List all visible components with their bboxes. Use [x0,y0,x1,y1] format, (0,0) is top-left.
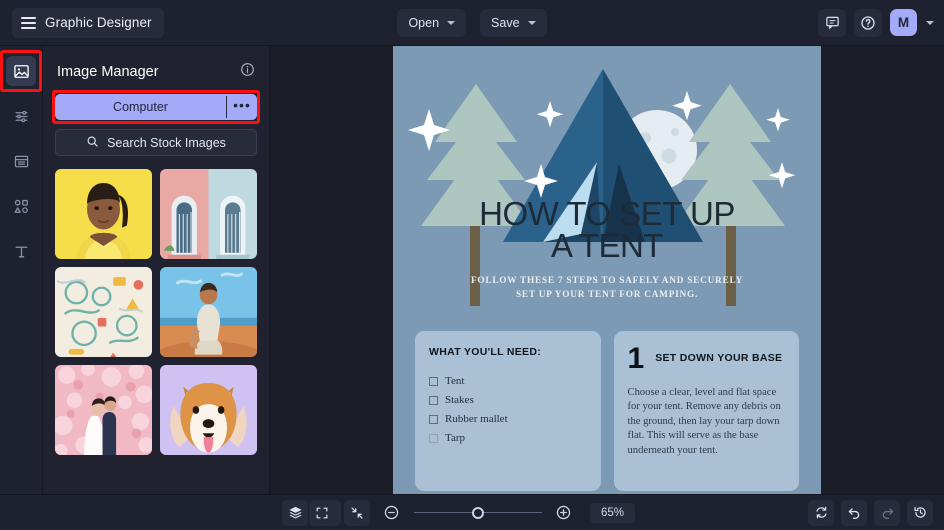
zoom-controls: 65% [0,499,944,526]
thumbnail-grid [55,169,257,455]
checklist-item[interactable]: Stakes [429,394,587,406]
artboard-title: HOW TO SET UP A TENT [393,197,821,265]
redo-icon[interactable] [874,499,900,526]
thumbnail-doorways-pink-blue[interactable] [160,169,257,259]
checklist-label: Tarp [445,432,465,444]
sidebar-item-adjustments[interactable] [6,101,36,131]
needs-heading: WHAT YOU'LL NEED: [429,346,542,358]
panel-header: Image Manager [55,46,257,94]
checklist-label: Tent [445,375,465,387]
top-toolbar: Graphic Designer Open Save M [0,0,944,46]
panel-title: Image Manager [57,64,159,80]
artboard[interactable]: HOW TO SET UP A TENT FOLLOW THESE 7 STEP… [393,46,821,494]
step-title: SET DOWN YOUR BASE [655,352,783,364]
zoom-slider[interactable] [413,506,542,519]
zoom-in-icon[interactable] [551,500,577,526]
artboard-title-line2: A TENT [551,227,663,265]
needs-checklist: Tent Stakes Rubber mallet Tarp [429,375,587,444]
what-youll-need-card[interactable]: WHAT YOU'LL NEED: Tent Stakes Rubber mal… [415,331,601,491]
sidebar-item-elements[interactable] [6,191,36,221]
info-icon[interactable] [240,62,255,82]
open-label: Open [408,15,440,30]
zoom-level-value[interactable]: 65% [589,502,636,523]
tool-rail [0,46,43,494]
thumbnail-illustration-pattern[interactable] [55,267,152,357]
checklist-item[interactable]: Rubber mallet [429,413,587,425]
thumbnail-wedding-blossoms[interactable] [55,365,152,455]
history-tools [808,499,933,526]
artboard-subtitle-line1: FOLLOW THESE 7 STEPS TO SAFELY AND SECUR… [470,276,744,286]
checklist-item[interactable]: Tarp [429,432,587,444]
checklist-label: Rubber mallet [445,413,508,425]
layers-icon[interactable] [282,499,308,526]
zoom-out-icon[interactable] [379,500,405,526]
sidebar-item-text[interactable] [6,236,36,266]
file-actions: Open Save [0,8,944,37]
app-window: Graphic Designer Open Save M Image Manag… [0,0,944,530]
computer-button[interactable]: Computer [55,94,226,120]
undo-icon[interactable] [841,499,867,526]
artboard-cards: WHAT YOU'LL NEED: Tent Stakes Rubber mal… [415,331,799,491]
checklist-label: Stakes [445,394,474,406]
save-label: Save [491,15,520,30]
refresh-icon[interactable] [808,499,834,526]
thumbnail-shiba-dog[interactable] [160,365,257,455]
artboard-subtitle: FOLLOW THESE 7 STEPS TO SAFELY AND SECUR… [425,274,789,303]
shrink-icon[interactable] [343,499,370,526]
app-body: Image Manager Computer ••• Search Stock … [0,46,944,494]
sidebar-item-image-manager[interactable] [0,50,42,92]
sidebar-item-pages[interactable] [6,146,36,176]
search-placeholder: Search Stock Images [107,135,226,150]
zoom-slider-knob[interactable] [471,506,484,519]
chevron-down-icon [447,20,456,25]
search-icon [86,135,99,151]
checkbox-icon[interactable] [429,395,438,405]
image-manager-panel: Image Manager Computer ••• Search Stock … [43,46,270,494]
step-number: 1 [627,342,645,375]
checkbox-icon[interactable] [429,376,438,386]
step-header: 1 SET DOWN YOUR BASE [627,342,786,375]
history-icon[interactable] [907,499,933,526]
thumbnail-portrait-yellow[interactable] [55,169,152,259]
checkbox-icon[interactable] [429,433,438,443]
fit-to-screen-icon[interactable] [308,499,335,526]
canvas-workspace[interactable]: HOW TO SET UP A TENT FOLLOW THESE 7 STEP… [270,46,944,494]
zoom-slider-track-left [413,511,472,514]
checkbox-icon[interactable] [429,414,438,424]
open-button[interactable]: Open [397,8,467,37]
chevron-down-icon [527,20,536,25]
status-bar: 65% [0,494,944,530]
more-options-button[interactable]: ••• [227,94,257,120]
thumbnail-man-on-beach[interactable] [160,267,257,357]
computer-upload-split-button: Computer ••• [52,90,260,124]
checklist-item[interactable]: Tent [429,375,587,387]
step-one-card[interactable]: 1 SET DOWN YOUR BASE Choose a clear, lev… [613,331,799,491]
search-stock-images-input[interactable]: Search Stock Images [55,129,257,156]
save-button[interactable]: Save [480,8,547,37]
step-body: Choose a clear, level and flat space for… [627,386,781,456]
artboard-subtitle-line2: SET UP YOUR TENT FOR CAMPING. [515,290,699,301]
zoom-slider-track-right [483,511,542,514]
